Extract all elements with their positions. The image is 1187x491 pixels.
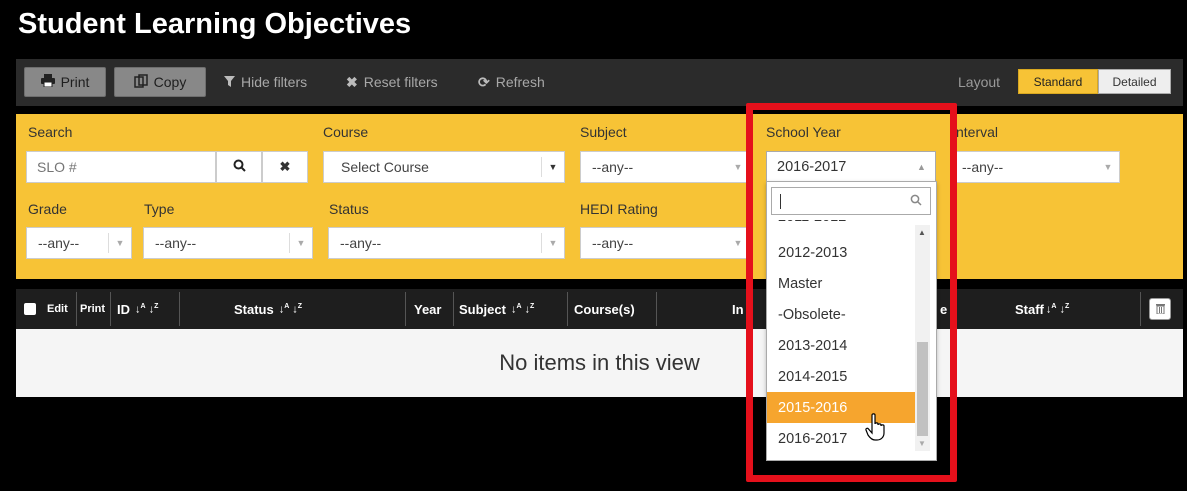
hedi-rating-select-value: --any-- [592,235,634,251]
printer-icon [40,74,55,90]
chevron-down-icon: ▼ [1103,162,1113,172]
hedi-rating-select[interactable]: --any-- ▼ [580,227,750,259]
sort-desc-icon[interactable]: ↓Z [149,303,159,316]
subject-select-value: --any-- [592,159,634,175]
course-label: Course [323,124,369,140]
column-header-status[interactable]: Status ↓A ↓Z [234,289,302,329]
interval-select-value: --any-- [962,159,1004,175]
divider [405,292,406,326]
divider [1140,292,1141,326]
search-label: Search [28,124,73,140]
type-select[interactable]: --any-- ▼ [143,227,313,259]
layout-label: Layout [958,74,1001,90]
grade-select[interactable]: --any-- ▼ [26,227,132,259]
sort-asc-icon[interactable]: ↓A [279,303,290,316]
sort-asc-icon[interactable]: ↓A [1046,303,1057,316]
interval-select[interactable]: --any-- ▼ [950,151,1120,183]
column-header-id[interactable]: ID ↓A ↓Z [117,289,158,329]
sort-desc-icon[interactable]: ↓Z [1059,303,1069,316]
filter-icon [224,74,235,90]
column-header-subject-label: Subject [459,301,506,317]
status-select[interactable]: --any-- ▼ [328,227,565,259]
grade-label: Grade [28,201,67,217]
column-header-staff-label: Staff [1015,301,1044,317]
status-select-value: --any-- [340,235,382,251]
print-button[interactable]: Print [24,67,106,97]
annotation-highlight-box [746,103,957,482]
clear-icon: ✖ [279,159,291,174]
divider [110,292,111,326]
table-body: No items in this view [16,329,1183,397]
hide-filters-link[interactable]: Hide filters [224,67,307,97]
sort-asc-icon[interactable]: ↓A [135,303,146,316]
interval-label: nterval [956,124,999,140]
column-header-id-label: ID [117,301,130,317]
print-button-label: Print [60,74,90,90]
detailed-layout-button[interactable]: Detailed [1098,69,1171,94]
reset-filters-link[interactable]: ✖ Reset filters [346,67,438,97]
copy-icon [133,73,148,91]
hedi-rating-label: HEDI Rating [580,201,658,217]
chevron-down-icon: ▼ [296,238,306,248]
copy-button-label: Copy [153,74,187,90]
sort-desc-icon[interactable]: ↓Z [292,303,302,316]
divider [567,292,568,326]
column-header-status-label: Status [234,301,274,317]
select-all-checkbox[interactable] [24,303,36,315]
refresh-label: Refresh [495,74,545,90]
course-select[interactable]: Select Course ▼ [323,151,565,183]
divider [453,292,454,326]
sort-desc-icon[interactable]: ↓Z [525,303,535,316]
chevron-down-icon: ▼ [548,162,558,172]
chevron-down-icon: ▼ [115,238,125,248]
hide-filters-label: Hide filters [241,74,308,90]
chevron-down-icon: ▼ [548,238,558,248]
trash-icon [1155,301,1165,317]
course-select-value: Select Course [341,159,429,175]
column-header-interval: In [732,301,744,317]
page-title: Student Learning Objectives [18,8,412,40]
column-header-subject[interactable]: Subject ↓A ↓Z [459,289,534,329]
search-input[interactable] [26,151,216,183]
refresh-link[interactable]: ⟳ Refresh [478,67,545,97]
column-header-courses: Course(s) [574,301,635,317]
divider [76,292,77,326]
column-header-edit: Edit [47,303,68,315]
type-select-value: --any-- [155,235,197,251]
type-label: Type [144,201,175,217]
copy-button[interactable]: Copy [114,67,206,97]
column-header-print: Print [80,303,106,315]
column-header-staff[interactable]: Staff ↓A ↓Z [1015,289,1069,329]
x-icon: ✖ [346,73,358,90]
clear-search-button[interactable]: ✖ [262,151,308,183]
column-header-year: Year [414,301,442,317]
subject-label: Subject [580,124,627,140]
search-icon [233,159,246,175]
refresh-icon: ⟳ [478,73,490,90]
empty-message: No items in this view [499,350,700,375]
subject-select[interactable]: --any-- ▼ [580,151,750,183]
status-label: Status [329,201,369,217]
standard-layout-button[interactable]: Standard [1018,69,1098,94]
reset-filters-label: Reset filters [363,74,438,90]
grade-select-value: --any-- [38,235,80,251]
search-button[interactable] [216,151,262,183]
divider [656,292,657,326]
sort-asc-icon[interactable]: ↓A [511,303,522,316]
delete-button[interactable] [1149,298,1171,320]
divider [179,292,180,326]
